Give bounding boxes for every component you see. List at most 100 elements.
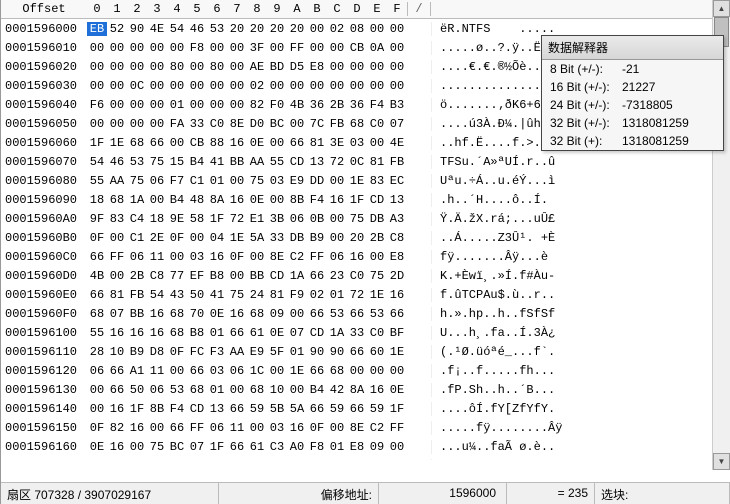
hex-byte[interactable]: 00 — [367, 250, 387, 264]
offset-cell[interactable]: 00015960D0 — [1, 269, 87, 283]
hex-byte[interactable]: 1F — [207, 212, 227, 226]
hex-byte[interactable]: 90 — [327, 345, 347, 359]
hex-byte[interactable]: 00 — [287, 307, 307, 321]
col-header-6[interactable]: 6 — [207, 2, 227, 16]
hex-byte[interactable]: 42 — [327, 383, 347, 397]
hex-byte[interactable]: D0 — [247, 117, 267, 131]
hex-byte[interactable]: E8 — [147, 459, 167, 461]
hex-byte[interactable]: 06 — [127, 250, 147, 264]
offset-cell[interactable]: 0001596130 — [1, 383, 87, 397]
hex-byte[interactable]: 75 — [147, 155, 167, 169]
hex-byte[interactable]: 13 — [307, 155, 327, 169]
hex-byte[interactable]: 0F — [87, 231, 107, 245]
ascii-cell[interactable]: ..Á.....Z3Û¹. +È — [431, 231, 599, 245]
hex-row[interactable]: 00015960D04B002BC877EFB800BBCD1A6623C075… — [1, 266, 730, 285]
hex-byte[interactable]: 8E — [227, 117, 247, 131]
offset-cell[interactable]: 0001596080 — [1, 174, 87, 188]
hex-byte[interactable]: 53 — [127, 155, 147, 169]
hex-byte[interactable]: 1F — [87, 136, 107, 150]
offset-cell[interactable]: 0001596020 — [1, 60, 87, 74]
offset-cell[interactable]: 0001596060 — [1, 136, 87, 150]
hex-byte[interactable]: 00 — [227, 98, 247, 112]
hex-byte[interactable]: 8E — [267, 250, 287, 264]
hex-byte[interactable]: 2D — [387, 269, 407, 283]
hex-byte[interactable]: 75 — [147, 440, 167, 454]
col-header-E[interactable]: E — [367, 2, 387, 16]
hex-byte[interactable]: D8 — [147, 345, 167, 359]
hex-byte[interactable]: 00 — [127, 440, 147, 454]
hex-byte[interactable]: C8 — [387, 231, 407, 245]
hex-byte[interactable]: 06 — [147, 174, 167, 188]
hex-byte[interactable]: 53 — [167, 383, 187, 397]
hex-byte[interactable]: 16 — [227, 136, 247, 150]
hex-byte[interactable]: 00 — [167, 250, 187, 264]
hex-byte[interactable]: 0E — [87, 440, 107, 454]
hex-byte[interactable]: 00 — [327, 231, 347, 245]
scroll-up-button[interactable]: ▲ — [713, 0, 730, 17]
hex-byte[interactable]: F3 — [207, 345, 227, 359]
hex-byte[interactable]: 00 — [307, 41, 327, 55]
hex-byte[interactable]: 16 — [227, 193, 247, 207]
hex-byte[interactable]: 01 — [327, 288, 347, 302]
hex-byte[interactable]: 1F — [207, 440, 227, 454]
hex-byte[interactable]: 16 — [107, 402, 127, 416]
hex-byte[interactable]: 00 — [267, 364, 287, 378]
hex-byte[interactable]: 81 — [307, 136, 327, 150]
hex-byte[interactable]: 90 — [307, 345, 327, 359]
hex-byte[interactable]: E1 — [247, 212, 267, 226]
hex-byte[interactable]: F4 — [167, 402, 187, 416]
hex-byte[interactable]: 7C — [307, 117, 327, 131]
col-header-3[interactable]: 3 — [147, 2, 167, 16]
hex-byte[interactable]: 00 — [367, 60, 387, 74]
hex-byte[interactable]: B8 — [207, 269, 227, 283]
hex-byte[interactable]: 2B — [367, 231, 387, 245]
hex-byte[interactable]: C8 — [147, 269, 167, 283]
hex-byte[interactable]: 16 — [147, 307, 167, 321]
ascii-cell[interactable]: U...h¸.fa..Í.3À¿ — [431, 326, 599, 340]
hex-byte[interactable]: 00 — [367, 79, 387, 93]
hex-byte[interactable]: 82 — [247, 98, 267, 112]
hex-byte[interactable]: 61 — [247, 440, 267, 454]
hex-row[interactable]: 00015960C066FF06110003160F008EC2FF061600… — [1, 247, 730, 266]
offset-cell[interactable]: 0001596110 — [1, 345, 87, 359]
hex-byte[interactable]: C3 — [267, 440, 287, 454]
hex-byte[interactable]: 36 — [347, 98, 367, 112]
hex-byte[interactable]: 54 — [167, 22, 187, 36]
hex-byte[interactable]: 00 — [367, 364, 387, 378]
hex-byte[interactable]: 06 — [287, 212, 307, 226]
hex-byte[interactable]: 00 — [227, 174, 247, 188]
hex-byte[interactable]: 00 — [307, 22, 327, 36]
hex-byte[interactable]: 46 — [107, 155, 127, 169]
hex-byte[interactable]: AA — [227, 345, 247, 359]
hex-byte[interactable]: FF — [307, 250, 327, 264]
hex-byte[interactable]: 52 — [107, 22, 127, 36]
hex-byte[interactable]: 77 — [167, 269, 187, 283]
offset-cell[interactable]: 00015960B0 — [1, 231, 87, 245]
hex-byte[interactable]: 70 — [187, 307, 207, 321]
hex-byte[interactable]: 00 — [107, 269, 127, 283]
offset-cell[interactable]: 0001596040 — [1, 98, 87, 112]
hex-byte[interactable]: 68 — [247, 383, 267, 397]
hex-row[interactable]: 00015960E06681FB54435041752481F90201721E… — [1, 285, 730, 304]
hex-byte[interactable]: 03 — [347, 136, 367, 150]
hex-byte[interactable]: A3 — [387, 212, 407, 226]
hex-byte[interactable]: E8 — [387, 250, 407, 264]
hex-byte[interactable]: 66 — [307, 364, 327, 378]
hex-byte[interactable]: 4B — [287, 98, 307, 112]
hex-byte[interactable]: BF — [387, 326, 407, 340]
hex-byte[interactable]: 1F — [127, 402, 147, 416]
hex-byte[interactable]: 1C — [247, 364, 267, 378]
hex-byte[interactable]: 5B — [267, 402, 287, 416]
hex-byte[interactable]: EB — [87, 22, 107, 36]
hex-byte[interactable]: 66 — [227, 402, 247, 416]
hex-byte[interactable]: DB — [287, 231, 307, 245]
hex-row[interactable]: 000159608055AA7506F7C101007503E9DD001E83… — [1, 171, 730, 190]
hex-byte[interactable]: 2B — [327, 98, 347, 112]
offset-cell[interactable]: 00015960C0 — [1, 250, 87, 264]
hex-byte[interactable]: DB — [367, 212, 387, 226]
hex-byte[interactable]: FB — [127, 288, 147, 302]
col-header-9[interactable]: 9 — [267, 2, 287, 16]
hex-byte[interactable]: 13 — [387, 193, 407, 207]
hex-byte[interactable]: 66 — [227, 326, 247, 340]
hex-byte[interactable]: 72 — [347, 288, 367, 302]
